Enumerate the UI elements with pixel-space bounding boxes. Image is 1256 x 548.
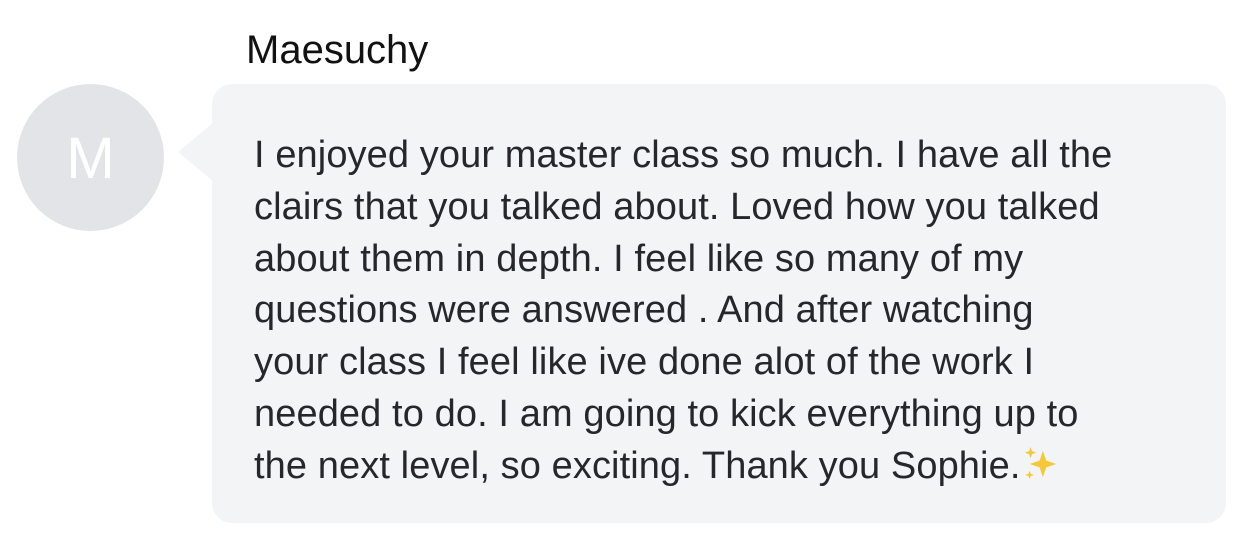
message-line: needed to do. I am going to kick everyth…	[254, 392, 1079, 435]
message-line: questions were answered . And after watc…	[254, 289, 1034, 332]
message-line: I enjoyed your master class so much. I h…	[254, 134, 1113, 176]
avatar-initial: M	[66, 125, 115, 191]
bubble-tail	[178, 122, 214, 182]
message-line: your class I feel like ive done alot of …	[254, 341, 1035, 384]
message-bubble: I enjoyed your master class so much. I h…	[212, 84, 1226, 523]
avatar[interactable]: M	[17, 84, 164, 231]
sparkles-icon	[1025, 446, 1057, 479]
message-line: clairs that you talked about. Loved how …	[254, 185, 1100, 228]
message-line-last: the next level, so exciting. Thank you S…	[254, 441, 1196, 493]
message-line: about them in depth. I feel like so many…	[254, 237, 1024, 280]
message-text: I enjoyed your master class so much. I h…	[254, 130, 1196, 493]
sender-name: Maesuchy	[246, 28, 429, 72]
message-line: the next level, so exciting. Thank you S…	[254, 444, 1021, 487]
chat-message: Maesuchy M I enjoyed your master class s…	[0, 0, 1256, 548]
